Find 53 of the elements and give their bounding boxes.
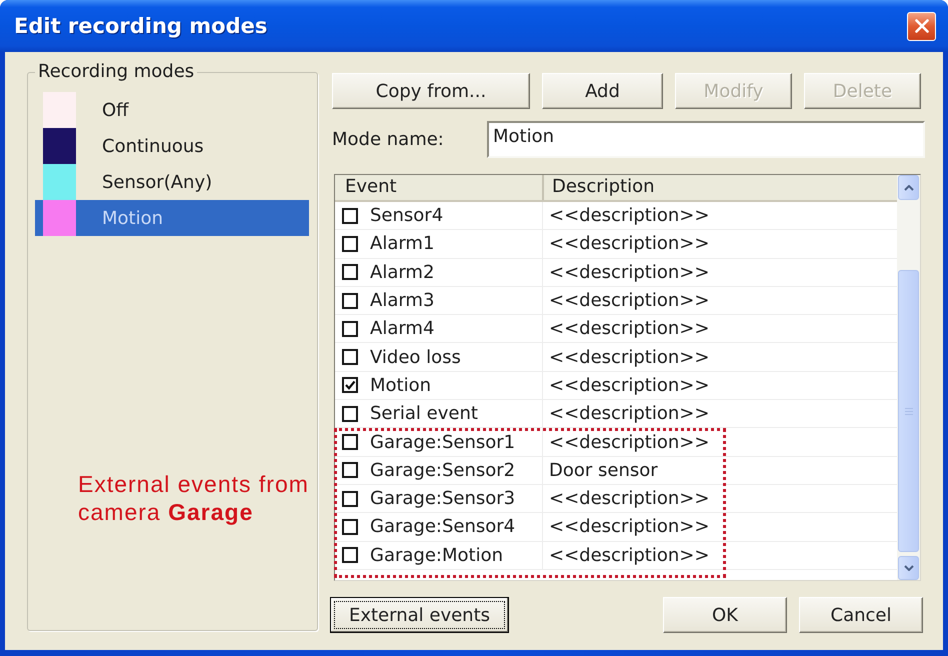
checkbox[interactable] [342,320,358,337]
checkbox[interactable] [342,264,358,280]
close-button[interactable] [907,12,936,40]
checkbox[interactable] [342,292,358,309]
checkbox[interactable] [342,462,358,478]
checkbox[interactable] [342,490,358,507]
event-name: Alarm1 [370,233,434,254]
mode-label: Continuous [102,136,204,156]
event-name: Serial event [370,403,478,424]
checkbox[interactable] [342,236,358,252]
scroll-thumb[interactable] [898,270,919,552]
mode-item[interactable]: Motion [35,200,309,236]
checkbox[interactable] [342,518,358,535]
mode-label: Motion [102,208,164,228]
annotation-text: External events from camera Garage [78,470,310,526]
scroll-up-button[interactable] [898,175,919,200]
copy-from-button[interactable]: Copy from... [332,73,530,109]
ok-button[interactable]: OK [663,597,787,633]
mode-name-field[interactable]: Motion [487,121,925,158]
event-name: Garage:Sensor4 [370,516,516,538]
event-name: Alarm2 [370,262,434,283]
event-name: Sensor4 [370,205,444,226]
event-name: Garage:Sensor3 [370,488,516,510]
grip-icon [904,408,912,414]
checkbox[interactable] [342,349,358,366]
mode-label: Sensor(Any) [102,172,212,192]
checkbox[interactable] [342,406,358,422]
chevron-up-icon [904,184,914,190]
add-button[interactable]: Add [542,73,663,109]
event-name: Garage:Sensor1 [370,432,516,453]
mode-item[interactable]: Sensor(Any) [35,164,309,200]
event-name: Alarm3 [370,290,434,312]
event-name: Motion [370,374,432,396]
group-label: Recording modes [37,61,196,83]
mode-name-label: Mode name: [332,129,445,150]
event-name: Garage:Motion [370,544,503,566]
column-header[interactable]: Event [335,175,542,200]
event-name: Alarm4 [370,318,434,340]
checkbox[interactable] [342,208,358,224]
cancel-button[interactable]: Cancel [799,597,923,633]
checkbox[interactable] [342,434,358,450]
event-name: Garage:Sensor2 [370,460,516,481]
scroll-down-button[interactable] [898,556,919,580]
mode-label: Off [102,100,129,120]
checkbox[interactable] [342,547,358,564]
close-icon [914,19,928,33]
window-title: Edit recording modes [14,14,268,38]
mode-item[interactable]: Off [35,92,309,128]
checkbox[interactable] [342,377,358,394]
event-name: Video loss [370,346,461,368]
chevron-down-icon [904,565,914,571]
external-events-button[interactable]: External events [330,597,509,633]
mode-item[interactable]: Continuous [35,128,309,164]
